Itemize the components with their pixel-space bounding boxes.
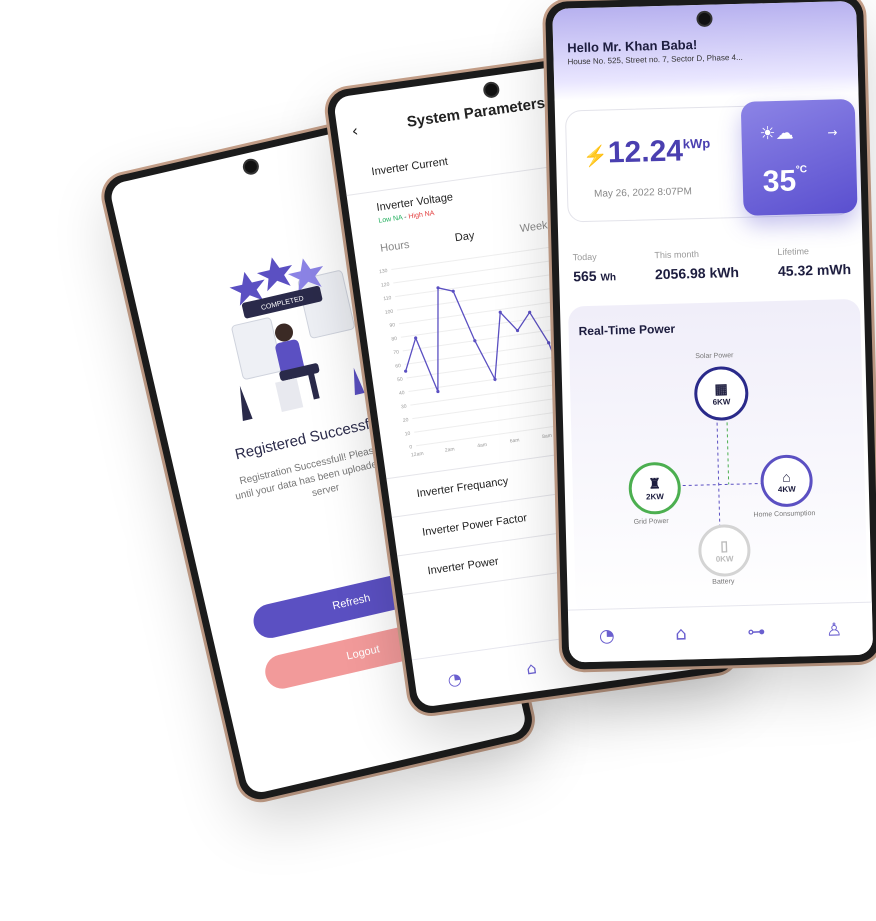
data-point[interactable]	[404, 369, 408, 373]
y-tick-label: 130	[379, 268, 388, 275]
house-icon: ⌂	[782, 468, 791, 485]
partly-cloudy-icon: ☀☁	[759, 122, 794, 145]
solar-label: Solar Power	[695, 352, 734, 361]
tab-day[interactable]: Day	[454, 230, 475, 245]
power-unit: kWp	[682, 135, 711, 152]
smart-home-icon[interactable]: ⌂	[675, 623, 687, 644]
x-tick-label: 8am	[542, 433, 552, 440]
row-label: Inverter Power Factor	[421, 512, 528, 539]
back-arrow-icon[interactable]: ‹	[350, 121, 359, 141]
arrow-right-icon[interactable]: →	[827, 125, 837, 139]
power-value: ⚡12.24kWp	[582, 134, 711, 170]
data-point[interactable]	[436, 286, 440, 290]
x-tick-label: 6am	[509, 437, 519, 444]
row-label: Inverter Power	[426, 555, 500, 578]
y-tick-label: 20	[403, 417, 410, 424]
x-tick-label: 4am	[477, 442, 487, 449]
grid-label: Grid Power	[633, 517, 669, 526]
y-tick-label: 120	[381, 282, 390, 289]
battery-label: Battery	[712, 578, 735, 586]
data-point[interactable]	[436, 389, 440, 394]
y-tick-label: 70	[393, 349, 400, 356]
high-label: High NA	[408, 209, 435, 221]
x-tick-label: 12am	[411, 451, 424, 459]
weather-card[interactable]: ☀☁ → 35°C	[740, 98, 858, 216]
row-label: Inverter Current	[370, 155, 449, 179]
y-tick-label: 50	[397, 377, 404, 384]
stat-lifetime: Lifetime 45.32 mWh	[777, 246, 852, 279]
timestamp: May 26, 2022 8:07PM	[593, 186, 693, 200]
phone-home-dashboard: Hello Mr. Khan Baba! House No. 525, Stre…	[545, 0, 876, 670]
y-tick-label: 40	[399, 390, 406, 397]
y-tick-label: 10	[404, 431, 411, 438]
smart-home-icon[interactable]: ⌂	[525, 658, 538, 678]
data-point[interactable]	[414, 336, 418, 340]
gauge-icon[interactable]: ◔	[446, 668, 462, 689]
page-title: System Parameters	[405, 94, 547, 131]
bolt-icon: ⚡	[582, 145, 609, 169]
y-tick-label: 110	[383, 295, 392, 302]
energy-stats: Today 565 Wh This month 2056.98 kWh Life…	[573, 245, 852, 284]
transmission-tower-icon: ♜	[648, 475, 662, 492]
y-tick-label: 100	[385, 309, 394, 316]
data-point[interactable]	[451, 289, 455, 293]
network-icon[interactable]: ⊶	[747, 621, 766, 642]
y-tick-label: 80	[391, 336, 398, 343]
user-icon[interactable]: ♙	[826, 619, 843, 640]
camera-notch	[241, 157, 261, 177]
temperature: 35°C	[762, 164, 808, 199]
battery-icon: ▯	[720, 537, 729, 554]
x-tick-label: 2am	[445, 446, 455, 453]
home-screen: Hello Mr. Khan Baba! House No. 525, Stre…	[552, 0, 874, 663]
tab-week[interactable]: Week	[519, 219, 548, 235]
low-label: Low NA	[378, 214, 403, 225]
bottom-nav: ◔ ⌂ ⊶ ♙	[567, 601, 874, 663]
tab-hours[interactable]: Hours	[380, 239, 411, 255]
solar-panel-icon: ▦	[714, 380, 728, 397]
y-tick-label: 0	[409, 444, 413, 450]
y-tick-label: 30	[401, 404, 408, 411]
stat-today: Today 565 Wh	[572, 251, 617, 285]
real-time-power-panel: Real-Time Power Solar Power ▦ 6KW ♜ 2KW …	[567, 298, 868, 617]
stat-this-month: This month 2056.98 kWh	[654, 249, 740, 283]
gauge-icon[interactable]: ◔	[599, 625, 615, 646]
y-tick-label: 60	[395, 363, 402, 370]
y-tick-label: 90	[389, 322, 396, 329]
row-label: Inverter Frequancy	[416, 475, 510, 501]
